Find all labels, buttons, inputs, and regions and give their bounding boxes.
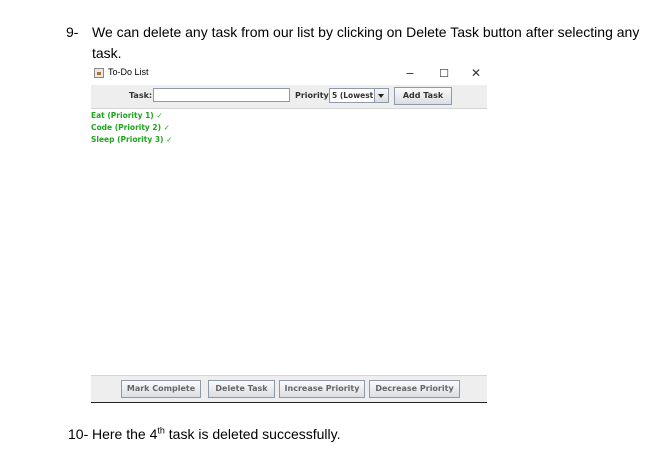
maximize-icon[interactable]: ☐ [429, 64, 459, 84]
delete-task-button[interactable]: Delete Task [208, 380, 275, 398]
priority-select[interactable]: 5 (Lowest) [329, 88, 389, 103]
step-10-superscript: th [157, 425, 165, 436]
mark-complete-button[interactable]: Mark Complete [121, 380, 201, 398]
priority-label: Priority: [295, 91, 332, 100]
java-app-icon [94, 68, 104, 78]
add-task-button[interactable]: Add Task [394, 87, 452, 105]
todo-window: To-Do List − ☐ ✕ Task: Priority: 5 (Lowe… [91, 64, 487, 403]
step-9-text-line-1: We can delete any task from our list by … [92, 24, 640, 40]
list-item[interactable]: Eat (Priority 1) ✓ [91, 110, 487, 122]
window-title: To-Do List [108, 67, 149, 77]
action-button-bar: Mark Complete Delete Task Increase Prior… [91, 375, 487, 403]
minimize-icon[interactable]: − [395, 64, 425, 84]
step-9-number: 9- [66, 24, 79, 40]
priority-selected-value: 5 (Lowest) [332, 91, 377, 100]
step-10-suffix: task is deleted successfully. [164, 426, 341, 442]
step-10-prefix: Here the 4 [92, 426, 158, 442]
task-input[interactable] [153, 88, 290, 102]
list-item[interactable]: Code (Priority 2) ✓ [91, 122, 487, 134]
decrease-priority-button[interactable]: Decrease Priority [369, 380, 460, 398]
step-10-text: Here the 4th task is deleted successfull… [92, 424, 341, 444]
increase-priority-button[interactable]: Increase Priority [279, 380, 365, 398]
input-toolbar: Task: Priority: 5 (Lowest) Add Task [91, 85, 487, 109]
task-list[interactable]: Eat (Priority 1) ✓ Code (Priority 2) ✓ S… [91, 110, 487, 146]
list-item[interactable]: Sleep (Priority 3) ✓ [91, 134, 487, 146]
window-titlebar: To-Do List − ☐ ✕ [91, 64, 487, 84]
step-9-text-line-2: task. [92, 45, 122, 61]
close-icon[interactable]: ✕ [461, 64, 491, 84]
step-10-number: 10- [68, 426, 89, 442]
chevron-down-icon[interactable] [374, 89, 388, 102]
task-label: Task: [129, 91, 153, 100]
